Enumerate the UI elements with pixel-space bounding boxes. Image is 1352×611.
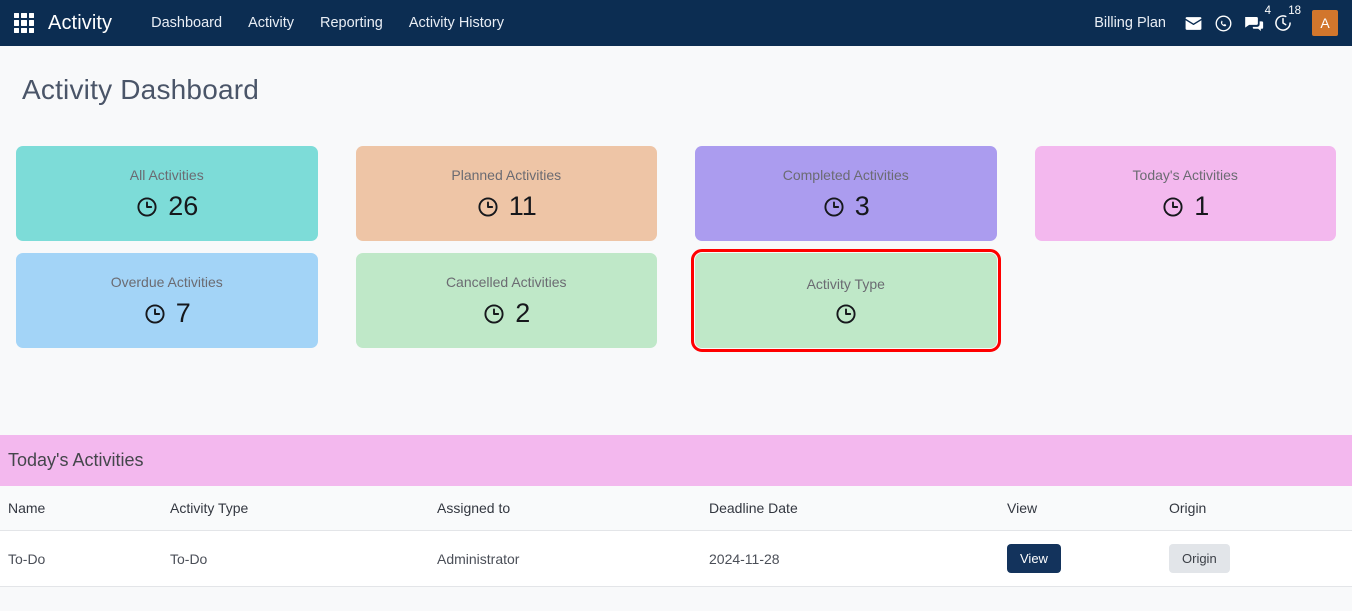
nav-link-activity-history[interactable]: Activity History bbox=[396, 0, 517, 46]
todays-activities-section: Today's Activities Name Activity Type As… bbox=[0, 435, 1352, 587]
whatsapp-icon[interactable] bbox=[1208, 8, 1238, 38]
nav-link-activity[interactable]: Activity bbox=[235, 0, 307, 46]
kpi-card-title: Completed Activities bbox=[782, 167, 909, 183]
apps-grid-cell bbox=[21, 20, 27, 26]
table-row[interactable]: To-Do To-Do Administrator 2024-11-28 Vie… bbox=[0, 530, 1352, 587]
kpi-card-value-row: 3 bbox=[822, 193, 870, 220]
apps-grid-cell bbox=[14, 20, 20, 26]
kpi-card-value-row: 1 bbox=[1161, 193, 1209, 220]
cell-assigned-to: Administrator bbox=[429, 530, 701, 587]
activity-badge: 18 bbox=[1288, 5, 1301, 17]
kpi-card-value: 2 bbox=[515, 298, 531, 328]
clock-icon bbox=[143, 302, 167, 326]
kpi-card-value-row: 26 bbox=[135, 193, 198, 220]
nav-link-reporting[interactable]: Reporting bbox=[307, 0, 396, 46]
kpi-card-title: Cancelled Activities bbox=[445, 274, 567, 290]
kpi-card-planned-activities[interactable]: Planned Activities 11 bbox=[355, 146, 657, 241]
kpi-card-value: 7 bbox=[175, 298, 191, 328]
cell-deadline-date: 2024-11-28 bbox=[701, 530, 999, 587]
brand-title: Activity bbox=[48, 11, 113, 34]
kpi-card-value: 11 bbox=[508, 191, 537, 221]
kpi-card-todays-activities[interactable]: Today's Activities 1 bbox=[1034, 146, 1336, 241]
apps-grid-cell bbox=[28, 20, 34, 26]
messages-icon[interactable]: 4 bbox=[1238, 5, 1271, 38]
kpi-card-value-row: 2 bbox=[482, 300, 530, 327]
top-navbar: Activity Dashboard Activity Reporting Ac… bbox=[0, 0, 1352, 46]
column-header-activity-type[interactable]: Activity Type bbox=[162, 486, 429, 531]
kpi-card-value: 3 bbox=[854, 191, 870, 221]
activity-clock-icon[interactable]: 18 bbox=[1268, 5, 1301, 38]
clock-icon bbox=[834, 302, 858, 326]
kpi-card-row-2: Overdue Activities 7 Cancelled Activitie… bbox=[16, 249, 1337, 352]
table-header-row: Name Activity Type Assigned to Deadline … bbox=[0, 486, 1352, 531]
table-heading: Today's Activities bbox=[8, 450, 144, 470]
navbar-right-group: Billing Plan 4 18 A bbox=[1094, 5, 1338, 38]
column-header-name[interactable]: Name bbox=[0, 486, 162, 531]
kpi-card-value-row: 7 bbox=[143, 300, 191, 327]
kpi-card-activity-type[interactable]: Activity Type bbox=[691, 249, 1001, 352]
table-body: To-Do To-Do Administrator 2024-11-28 Vie… bbox=[0, 530, 1352, 587]
apps-grid-cell bbox=[28, 13, 34, 19]
page-title: Activity Dashboard bbox=[22, 74, 260, 105]
avatar[interactable]: A bbox=[1312, 10, 1338, 36]
kpi-card-value-row: 11 bbox=[476, 193, 537, 220]
clock-icon bbox=[822, 195, 846, 219]
kpi-card-cancelled-activities[interactable]: Cancelled Activities 2 bbox=[355, 253, 657, 348]
table-heading-bar: Today's Activities bbox=[0, 435, 1352, 486]
kpi-card-title: Planned Activities bbox=[451, 167, 562, 183]
kpi-card-title: All Activities bbox=[129, 167, 204, 183]
kpi-card-title: Activity Type bbox=[806, 275, 885, 292]
kpi-card-completed-activities[interactable]: Completed Activities 3 bbox=[695, 146, 997, 241]
kpi-card-value: 1 bbox=[1194, 191, 1210, 221]
apps-grid-cell bbox=[14, 27, 20, 33]
primary-nav: Dashboard Activity Reporting Activity Hi… bbox=[138, 0, 517, 46]
kpi-card-row-1: All Activities 26 Planned Activities 11 bbox=[16, 146, 1336, 241]
kpi-card-value: 26 bbox=[168, 191, 199, 221]
mail-icon[interactable] bbox=[1178, 8, 1208, 38]
clock-icon bbox=[1161, 195, 1185, 219]
nav-link-dashboard[interactable]: Dashboard bbox=[138, 0, 235, 46]
cell-view: View bbox=[999, 530, 1161, 587]
apps-grid-cell bbox=[14, 13, 20, 19]
column-header-origin[interactable]: Origin bbox=[1161, 486, 1352, 531]
kpi-card-overdue-activities[interactable]: Overdue Activities 7 bbox=[16, 253, 318, 348]
kpi-card-title: Today's Activities bbox=[1132, 167, 1238, 183]
table-head: Name Activity Type Assigned to Deadline … bbox=[0, 486, 1352, 531]
apps-grid-icon[interactable] bbox=[14, 13, 34, 33]
apps-grid-cell bbox=[28, 27, 34, 33]
origin-button[interactable]: Origin bbox=[1169, 544, 1230, 573]
todays-activities-table: Name Activity Type Assigned to Deadline … bbox=[0, 486, 1352, 587]
apps-grid-cell bbox=[21, 13, 27, 19]
cell-activity-type: To-Do bbox=[162, 530, 429, 587]
clock-icon bbox=[482, 302, 506, 326]
column-header-view[interactable]: View bbox=[999, 486, 1161, 531]
view-button[interactable]: View bbox=[1007, 544, 1061, 573]
kpi-card-grid-empty-slot bbox=[1035, 253, 1337, 348]
billing-plan-link[interactable]: Billing Plan bbox=[1094, 15, 1166, 31]
column-header-deadline-date[interactable]: Deadline Date bbox=[701, 486, 999, 531]
kpi-card-title: Overdue Activities bbox=[110, 274, 223, 290]
clock-icon bbox=[135, 195, 159, 219]
cell-name: To-Do bbox=[0, 530, 162, 587]
cell-origin: Origin bbox=[1161, 530, 1352, 587]
kpi-card-value-row bbox=[834, 302, 858, 326]
kpi-card-grid: All Activities 26 Planned Activities 11 bbox=[0, 106, 1352, 352]
apps-grid-cell bbox=[21, 27, 27, 33]
clock-icon bbox=[476, 195, 500, 219]
column-header-assigned-to[interactable]: Assigned to bbox=[429, 486, 701, 531]
kpi-card-all-activities[interactable]: All Activities 26 bbox=[16, 146, 318, 241]
